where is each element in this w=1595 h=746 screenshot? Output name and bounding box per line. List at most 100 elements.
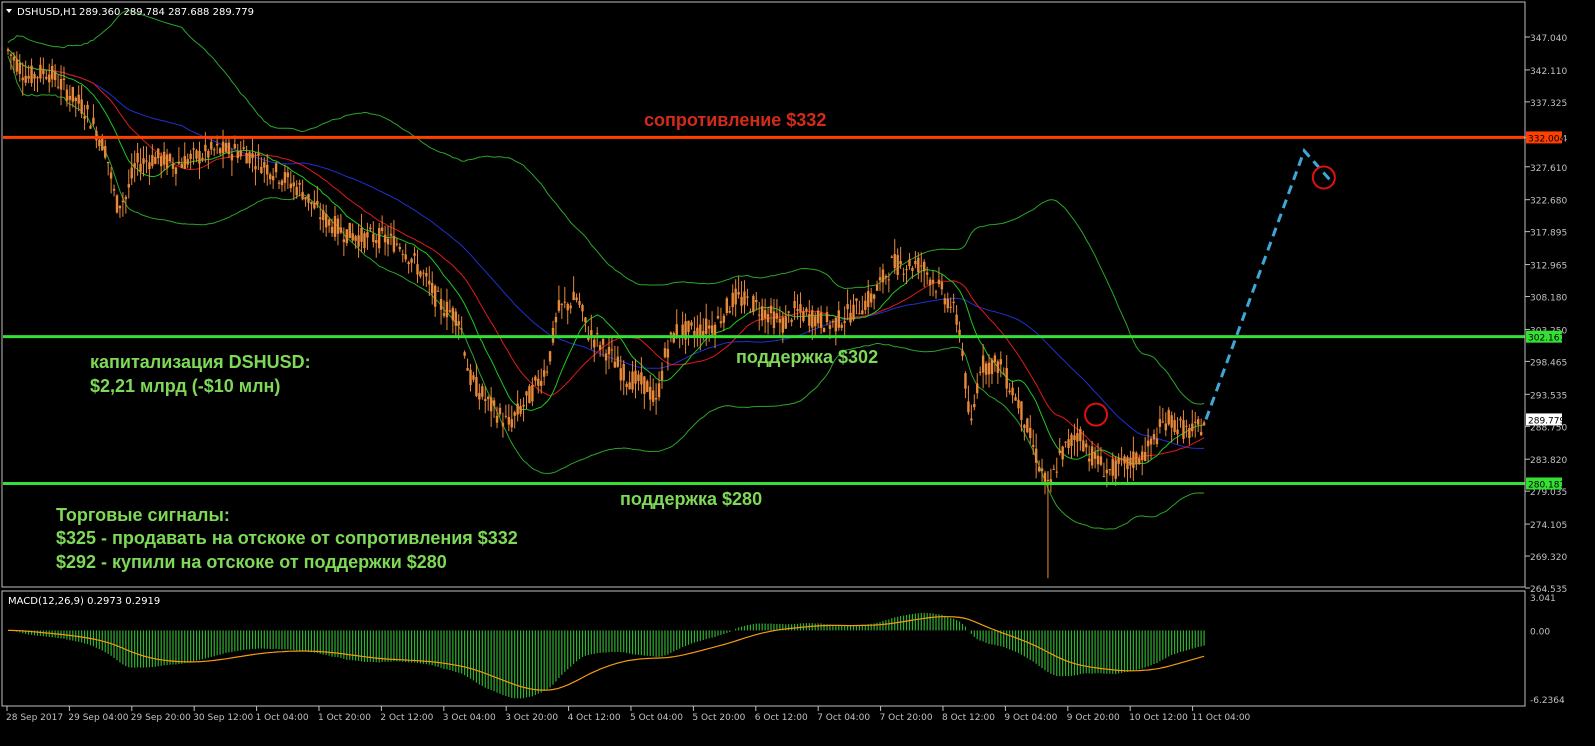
candle-body [504, 415, 508, 417]
macd-tick-label: -6.2364 [1530, 696, 1565, 706]
candle-body [245, 153, 248, 164]
candle-body [36, 77, 39, 79]
candle-body [867, 291, 870, 308]
candle-body [1123, 456, 1126, 464]
candle-body [62, 78, 66, 80]
candle-body [793, 301, 796, 309]
ohlc-readout: 289.360 289.784 287.688 289.779 [79, 7, 254, 18]
candle-body [386, 238, 390, 245]
candle-body [224, 143, 228, 152]
candle-body [911, 267, 914, 271]
candle-body [1037, 466, 1041, 472]
candle-body [1117, 458, 1120, 464]
candle-body [248, 152, 251, 164]
support-302-label: поддержка $302 [736, 347, 879, 367]
candle-body [227, 142, 231, 155]
candle-body [825, 312, 829, 323]
candle-body [590, 330, 593, 336]
level-price-tag-2: 280.187 [1528, 480, 1565, 490]
candle-body [1087, 458, 1091, 462]
candle-body [53, 71, 57, 80]
candle-body [1170, 415, 1173, 428]
candle-body [324, 213, 328, 228]
time-tick-label: 11 Oct 04:00 [1192, 713, 1251, 723]
candle-body [210, 141, 213, 150]
resistance-label: сопротивление $332 [644, 110, 827, 130]
candle-body [333, 216, 337, 237]
candle-body [819, 312, 823, 328]
price-tick-label: 327.610 [1530, 164, 1567, 174]
candle-body [837, 310, 840, 328]
price-tick-label: 298.465 [1530, 358, 1567, 368]
candle-body [395, 243, 399, 245]
candle-body [1152, 434, 1156, 440]
time-tick-label: 29 Sep 20:00 [131, 713, 191, 723]
candle-body [254, 165, 257, 170]
candle-body [486, 396, 490, 400]
candle-body [1143, 452, 1147, 462]
candle-body [878, 277, 882, 281]
candle-body [42, 69, 45, 75]
candle-body [651, 390, 655, 402]
candle-body [1020, 401, 1023, 420]
price-tick-label: 322.680 [1530, 197, 1567, 207]
candle-body [902, 273, 905, 275]
candle-body [1099, 456, 1103, 465]
candle-body [436, 290, 440, 292]
candle-body [970, 418, 973, 421]
time-tick-label: 6 Oct 12:00 [755, 713, 808, 723]
candle-body [289, 183, 293, 189]
candle-body [861, 310, 864, 315]
capitalization-title: капитализация DSHUSD: [90, 352, 311, 372]
candle-body [292, 182, 295, 187]
candle-body [1005, 367, 1008, 389]
symbol-label: DSHUSD,H1 [17, 7, 77, 18]
candle-body [528, 386, 531, 404]
candle-body [207, 150, 210, 158]
candle-body [98, 139, 101, 147]
candle-body [327, 219, 331, 226]
candle-body [448, 310, 452, 312]
chart-window[interactable]: 347.040 342.110 337.325 332.004 327.610 322.6… [0, 0, 1595, 742]
candle-body [984, 363, 988, 375]
candle-body [112, 188, 116, 191]
candle-body [610, 349, 614, 351]
candle-body [404, 254, 407, 260]
macd-label: MACD(12,26,9) 0.2973 0.2919 [8, 596, 160, 607]
candle-body [71, 86, 75, 102]
candle-body [372, 233, 375, 242]
candle-body [218, 148, 222, 154]
candle-body [596, 333, 599, 335]
candle-body [416, 264, 419, 275]
candle-body [864, 300, 867, 310]
candle-body [377, 228, 381, 249]
candle-body [787, 311, 790, 313]
candle-body [990, 359, 994, 374]
candle-body [1070, 434, 1073, 446]
candle-body [881, 269, 885, 283]
candle-body [431, 283, 434, 294]
candle-body [1076, 433, 1079, 442]
candle-body [298, 182, 301, 185]
candle-body [1132, 451, 1135, 468]
candle-body [1138, 458, 1141, 464]
candle-body [118, 205, 122, 209]
candle-body [154, 156, 157, 164]
candle-body [1105, 469, 1109, 474]
candle-body [1155, 438, 1159, 445]
candle-body [204, 144, 207, 152]
candle-body [492, 400, 496, 406]
candle-body [593, 339, 596, 348]
candle-body [663, 348, 667, 358]
time-tick-label: 8 Oct 12:00 [942, 713, 995, 723]
candle-body [1014, 397, 1017, 401]
candle-body [510, 419, 513, 428]
price-tick-label: 308.180 [1530, 294, 1567, 304]
price-tick-label: 317.895 [1530, 229, 1567, 239]
price-tick-label: 283.820 [1530, 456, 1567, 466]
candle-body [1129, 457, 1132, 466]
candle-body [145, 160, 148, 162]
candle-body [843, 321, 846, 324]
candle-body [310, 201, 313, 205]
time-tick-label: 3 Oct 04:00 [443, 713, 496, 723]
